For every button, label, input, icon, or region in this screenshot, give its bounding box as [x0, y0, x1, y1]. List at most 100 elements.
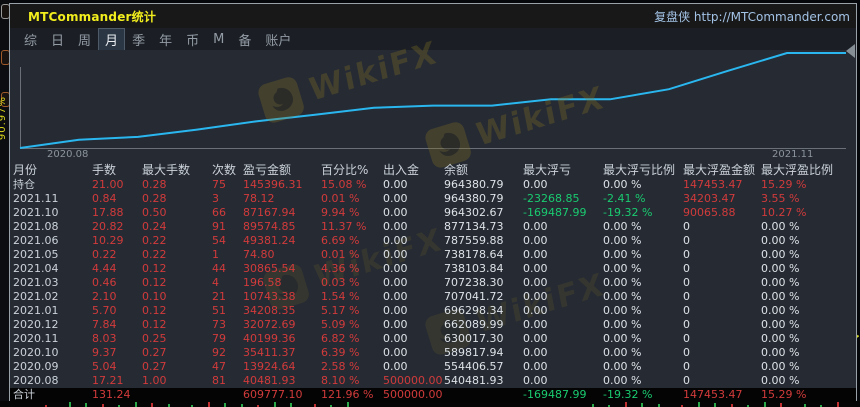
brand-link[interactable]: 复盘侠 http://MTCommander.com [654, 8, 850, 25]
table-cell: 2020.12 [13, 318, 59, 331]
menu-item-账户[interactable]: 账户 [259, 29, 297, 50]
table-row[interactable]: 2020.10 9.37 0.27 92 35411.37 6.39 % 0.00 58981… [10, 346, 856, 360]
table-cell: 0.22 [142, 234, 167, 247]
table-cell: 0.00 [523, 220, 548, 233]
table-row[interactable]: 2021.06 10.29 0.22 54 49381.24 6.69 % 0.00 7875… [10, 234, 856, 248]
candlestick-fragment [273, 402, 276, 407]
table-cell: 51 [212, 304, 226, 317]
table-cell: 2021.10 [13, 206, 59, 219]
menu-item-综[interactable]: 综 [18, 29, 43, 50]
table-cell: 0.00 [383, 220, 408, 233]
candlestick-fragment [780, 403, 782, 407]
table-cell: 0.00 [523, 178, 548, 191]
table-cell: 196.58 [243, 276, 282, 289]
table-cell: 877134.73 [444, 220, 504, 233]
table-cell: 0.00 % [603, 332, 642, 345]
table-cell: 0 [683, 234, 690, 247]
table-cell: 0.00 [383, 318, 408, 331]
table-cell: 0.00 [523, 276, 548, 289]
table-cell: 2021.04 [13, 262, 59, 275]
table-row[interactable]: 持仓 21.00 0.28 75 145396.31 15.08 % 0.00 964380.… [10, 178, 856, 192]
title-bar[interactable]: MTCommander统计 复盘侠 http://MTCommander.com [10, 4, 856, 28]
table-cell: 0.00 [383, 346, 408, 359]
table-cell: 0.10 [142, 290, 167, 303]
table-cell: 9.37 [92, 346, 117, 359]
table-row[interactable]: 2021.04 4.44 0.12 44 30865.54 4.36 % 0.00 73810… [10, 262, 856, 276]
table-row[interactable]: 2020.12 7.84 0.12 73 32072.69 5.09 % 0.00 66208… [10, 318, 856, 332]
table-cell: 5.09 % [321, 318, 360, 331]
table-cell: 0.00 % [603, 276, 642, 289]
table-cell: 8.03 [92, 332, 117, 345]
table-row[interactable]: 2021.02 2.10 0.10 21 10743.38 1.54 % 0.00 70704… [10, 290, 856, 304]
candlestick-fragment [346, 402, 349, 407]
table-cell: 5.04 [92, 360, 117, 373]
table-cell: 0.00 % [761, 332, 800, 345]
table-cell: 0.00 % [761, 234, 800, 247]
table-cell: 0.12 [142, 262, 167, 275]
menu-item-周[interactable]: 周 [72, 29, 97, 50]
candlestick-fragment [290, 403, 292, 407]
menu-item-季[interactable]: 季 [126, 29, 151, 50]
table-row[interactable]: 2020.08 17.21 1.00 81 40481.93 8.10 % 500000.0… [10, 374, 856, 388]
table-cell: 6.39 % [321, 346, 360, 359]
table-cell: 0.25 [142, 332, 167, 345]
table-cell: 1.54 % [321, 290, 360, 303]
menu-item-日[interactable]: 日 [45, 29, 70, 50]
table-cell: 0 [683, 360, 690, 373]
table-cell: 0.28 [142, 178, 167, 191]
table-cell: 17.21 [92, 374, 124, 387]
menu-item-年[interactable]: 年 [153, 29, 178, 50]
chart-level-arrow[interactable] [846, 44, 855, 58]
table-row[interactable]: 2021.08 20.82 0.24 91 89574.85 11.37 % 0.00 877… [10, 220, 856, 234]
table-cell: 0.00 [383, 234, 408, 247]
table-cell: 0.00 [523, 318, 548, 331]
candlestick-fragment [763, 402, 766, 407]
table-cell: 79 [212, 332, 226, 345]
table-cell: 4.44 [92, 262, 117, 275]
table-row[interactable]: 2021.03 0.46 0.12 4 196.58 0.03 % 0.00 707238.3… [10, 276, 856, 290]
table-cell: 0.84 [92, 192, 117, 205]
monthly-stats-table: 月份 手数 最大手数 次数 盈亏金额 百分比% 出入金 余额 最大浮亏 最大浮亏比例 最大浮盈金额最… [10, 163, 856, 402]
table-cell: 20.82 [92, 220, 124, 233]
menu-item-备[interactable]: 备 [232, 29, 257, 50]
table-cell: 0.00 % [603, 304, 642, 317]
menu-item-M[interactable]: M [207, 31, 230, 48]
table-cell: 2021.01 [13, 304, 59, 317]
table-cell: 74.80 [243, 248, 275, 261]
table-cell: 145396.31 [243, 178, 303, 191]
table-cell: 40199.36 [243, 332, 296, 345]
table-cell: 34203.47 [683, 192, 736, 205]
table-row[interactable]: 2021.05 0.22 0.22 1 74.80 0.01 % 0.00 738178.64… [10, 248, 856, 262]
table-cell: 0 [683, 290, 690, 303]
table-cell: 87167.94 [243, 206, 296, 219]
table-row[interactable]: 2021.11 0.84 0.28 3 78.12 0.01 % 0.00 964380.79… [10, 192, 856, 206]
table-cell: 49381.24 [243, 234, 296, 247]
table-cell: 0.00 % [761, 318, 800, 331]
table-cell: 0.00 [523, 234, 548, 247]
table-cell: 0.00 [523, 290, 548, 303]
table-cell: 34208.35 [243, 304, 296, 317]
balance-line-chart [19, 52, 846, 149]
table-cell: 2020.10 [13, 346, 59, 359]
table-cell: 5.17 % [321, 304, 360, 317]
table-cell: 500000.00 [383, 374, 443, 387]
column-header: 最大手数 [142, 163, 191, 177]
table-cell: 21 [212, 290, 226, 303]
table-cell: 609777.10 [243, 388, 303, 401]
menu-item-币[interactable]: 币 [180, 29, 205, 50]
table-row[interactable]: 2021.01 5.70 0.12 51 34208.35 5.17 % 0.00 69629… [10, 304, 856, 318]
table-cell [212, 388, 243, 402]
table-cell: 0.22 [142, 248, 167, 261]
table-row[interactable]: 2021.10 17.88 0.50 66 87167.94 9.94 % 0.00 9643… [10, 206, 856, 220]
table-cell: -169487.99 [523, 388, 587, 401]
column-header: 次数 [212, 163, 237, 177]
table-cell: 15.29 % [761, 178, 807, 191]
table-cell: 0.00 % [761, 262, 800, 275]
table-row[interactable]: 2020.11 8.03 0.25 79 40199.36 6.82 % 0.00 63001… [10, 332, 856, 346]
x-tick-start: 2020.08 [47, 149, 89, 160]
table-row[interactable]: 2020.09 5.04 0.27 47 13924.64 2.58 % 0.00 55440… [10, 360, 856, 374]
table-footer-row[interactable]: 合计 131.24 609777.10 121.96 % 500000.00 -16948… [10, 388, 856, 402]
menu-item-月[interactable]: 月 [98, 27, 126, 51]
table-cell: 0.00 % [603, 290, 642, 303]
table-cell: 2.58 % [321, 360, 360, 373]
